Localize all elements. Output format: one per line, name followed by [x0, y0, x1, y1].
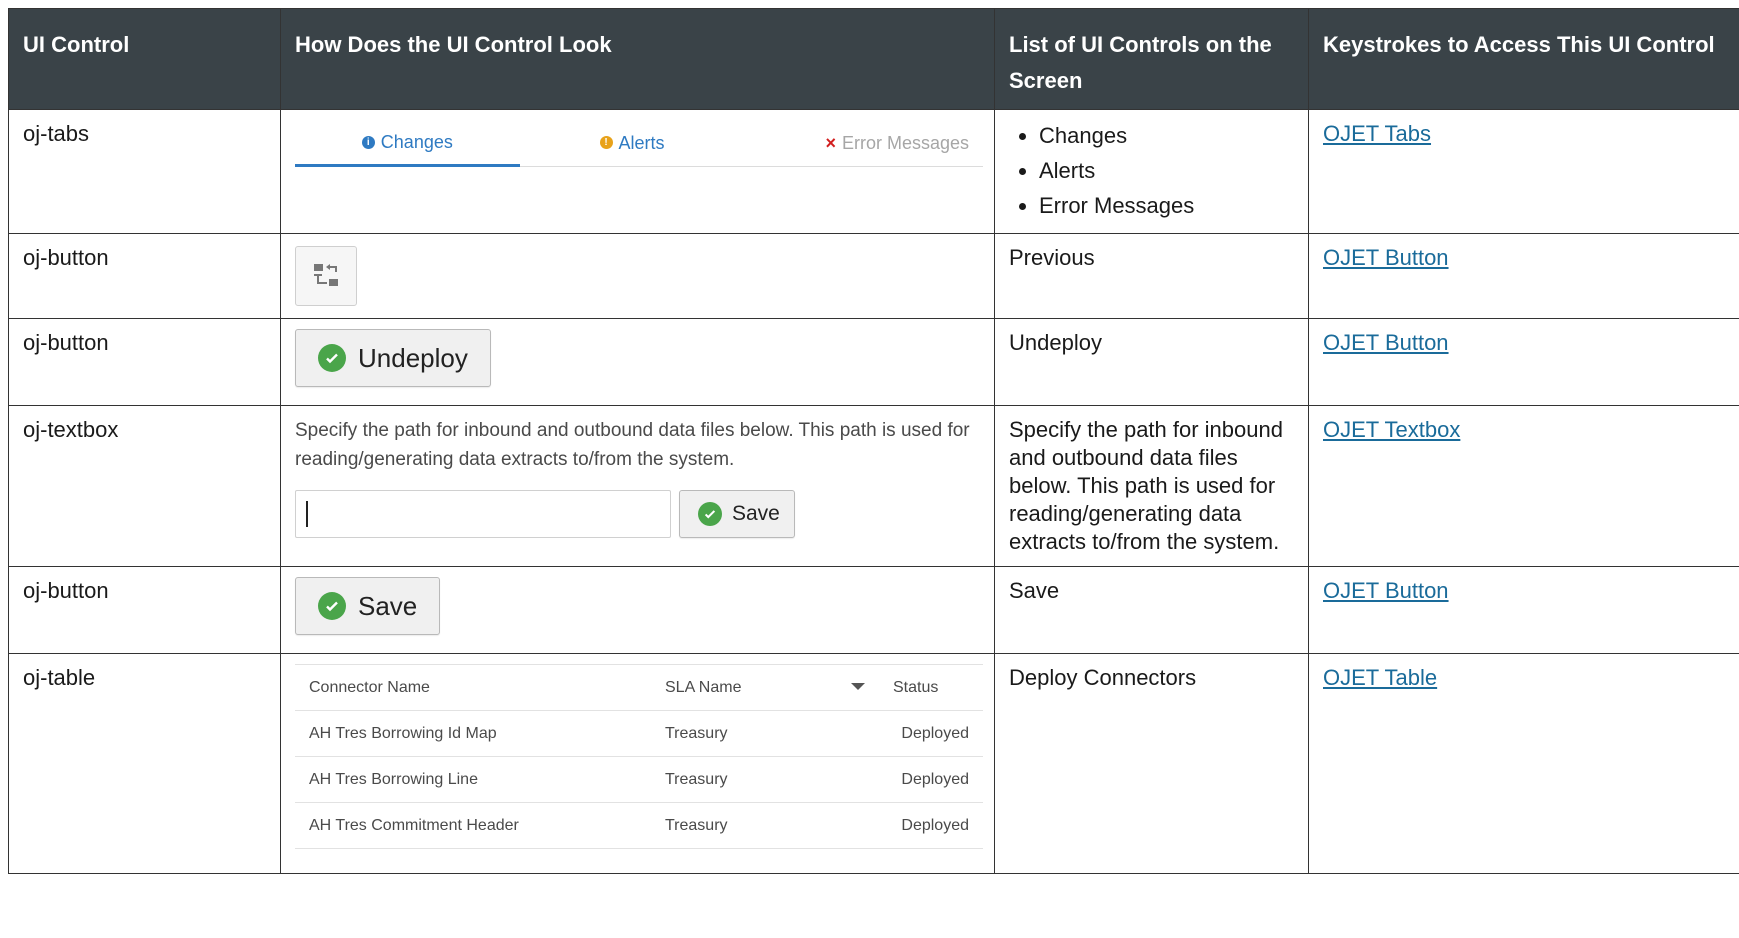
cell-link: OJET Table — [1308, 653, 1739, 874]
save-button[interactable]: Save — [295, 577, 441, 635]
cell-connector-name: AH Tres Borrowing Id Map — [295, 710, 651, 757]
previous-flow-icon — [314, 264, 338, 286]
cell-link: OJET Button — [1308, 318, 1739, 406]
ojet-tabs-link[interactable]: OJET Tabs — [1323, 121, 1431, 146]
cell-list: Previous — [994, 233, 1309, 319]
list-item: Error Messages — [1039, 188, 1294, 223]
info-icon: i — [361, 135, 375, 149]
cell-link: OJET Button — [1308, 233, 1739, 319]
save-button-label: Save — [358, 591, 418, 621]
connectors-table-header: Connector Name SLA Name Status — [295, 664, 983, 711]
cell-connector-name: AH Tres Borrowing Line — [295, 756, 651, 803]
cell-sla-name: Treasury — [651, 802, 879, 849]
cell-control: oj-button — [8, 318, 281, 406]
cell-control: oj-tabs — [8, 109, 281, 234]
cell-look: Connector Name SLA Name Status AH Tres B… — [280, 653, 995, 874]
cell-control: oj-button — [8, 566, 281, 654]
list-item: Changes — [1039, 118, 1294, 153]
sort-descending-icon[interactable] — [851, 683, 865, 690]
row-oj-table: oj-table Connector Name SLA Name Status … — [8, 653, 1739, 874]
ui-controls-table: UI Control How Does the UI Control Look … — [8, 8, 1739, 874]
path-input-row: Save — [295, 490, 980, 538]
ojet-textbox-link[interactable]: OJET Textbox — [1323, 417, 1460, 442]
row-oj-button-previous: oj-button Previous OJET Button — [8, 233, 1739, 319]
cell-look: Specify the path for inbound and outboun… — [280, 405, 995, 567]
column-header-label: SLA Name — [665, 678, 742, 696]
column-header-status[interactable]: Status — [879, 664, 983, 711]
cell-list: Save — [994, 566, 1309, 654]
cell-link: OJET Textbox — [1308, 405, 1739, 567]
cell-list: Changes Alerts Error Messages — [994, 109, 1309, 234]
header-row: UI Control How Does the UI Control Look … — [8, 8, 1739, 110]
cell-sla-name: Treasury — [651, 710, 879, 757]
check-circle-icon — [318, 344, 346, 372]
tab-list: Changes Alerts Error Messages — [1009, 118, 1294, 223]
cell-sla-name: Treasury — [651, 756, 879, 803]
header-look: How Does the UI Control Look — [280, 8, 995, 110]
table-row[interactable]: AH Tres Borrowing Id Map Treasury Deploy… — [295, 710, 983, 757]
row-oj-button-save: oj-button Save Save OJET Button — [8, 566, 1739, 654]
cell-status: Deployed — [879, 756, 983, 803]
cell-look: Save — [280, 566, 995, 654]
cell-look — [280, 233, 995, 319]
warning-icon: ! — [599, 136, 613, 150]
cell-status: Deployed — [879, 710, 983, 757]
save-path-button[interactable]: Save — [679, 490, 795, 538]
table-row[interactable]: AH Tres Borrowing Line Treasury Deployed — [295, 756, 983, 803]
cell-connector-name: AH Tres Commitment Header — [295, 802, 651, 849]
row-oj-textbox: oj-textbox Specify the path for inbound … — [8, 405, 1739, 567]
text-caret — [306, 501, 308, 527]
cell-control: oj-button — [8, 233, 281, 319]
list-item: Alerts — [1039, 153, 1294, 188]
cell-status: Deployed — [879, 802, 983, 849]
ojet-button-link[interactable]: OJET Button — [1323, 578, 1449, 603]
tab-bar: i Changes ! Alerts × Error Messages — [295, 122, 983, 167]
cell-link: OJET Button — [1308, 566, 1739, 654]
row-oj-tabs: oj-tabs i Changes ! Alerts × Error Messa… — [8, 109, 1739, 234]
header-list: List of UI Controls on the Screen — [994, 8, 1309, 110]
table-row[interactable]: AH Tres Commitment Header Treasury Deplo… — [295, 802, 983, 849]
cell-list: Specify the path for inbound and outboun… — [994, 405, 1309, 567]
ojet-table-link[interactable]: OJET Table — [1323, 665, 1437, 690]
tab-label: Error Messages — [841, 132, 970, 153]
check-circle-icon — [318, 592, 346, 620]
check-circle-icon — [698, 502, 722, 526]
undeploy-button-label: Undeploy — [358, 343, 468, 373]
row-oj-button-undeploy: oj-button Undeploy Undeploy OJET Button — [8, 318, 1739, 406]
path-input[interactable] — [295, 490, 671, 538]
error-x-icon: × — [825, 132, 836, 153]
cell-look: i Changes ! Alerts × Error Messages — [280, 109, 995, 234]
tab-label: Alerts — [618, 132, 665, 153]
path-description: Specify the path for inbound and outboun… — [295, 420, 970, 470]
save-button-label: Save — [732, 502, 780, 525]
cell-control: oj-table — [8, 653, 281, 874]
cell-look: Undeploy — [280, 318, 995, 406]
ojet-button-link[interactable]: OJET Button — [1323, 245, 1449, 270]
header-keystrokes: Keystrokes to Access This UI Control — [1308, 8, 1739, 110]
column-header-connector-name[interactable]: Connector Name — [295, 664, 651, 711]
ojet-button-link[interactable]: OJET Button — [1323, 330, 1449, 355]
cell-list: Deploy Connectors — [994, 653, 1309, 874]
cell-list: Undeploy — [994, 318, 1309, 406]
header-ui-control: UI Control — [8, 8, 281, 110]
cell-link: OJET Tabs — [1308, 109, 1739, 234]
tab-alerts[interactable]: ! Alerts — [520, 122, 745, 166]
tab-changes[interactable]: i Changes — [295, 122, 520, 167]
tab-label: Changes — [380, 132, 453, 152]
tab-error-messages[interactable]: × Error Messages — [744, 122, 983, 166]
connectors-table: Connector Name SLA Name Status AH Tres B… — [295, 664, 983, 849]
cell-control: oj-textbox — [8, 405, 281, 567]
previous-button[interactable] — [295, 246, 357, 306]
undeploy-button[interactable]: Undeploy — [295, 329, 491, 387]
column-header-sla-name[interactable]: SLA Name — [651, 664, 879, 711]
